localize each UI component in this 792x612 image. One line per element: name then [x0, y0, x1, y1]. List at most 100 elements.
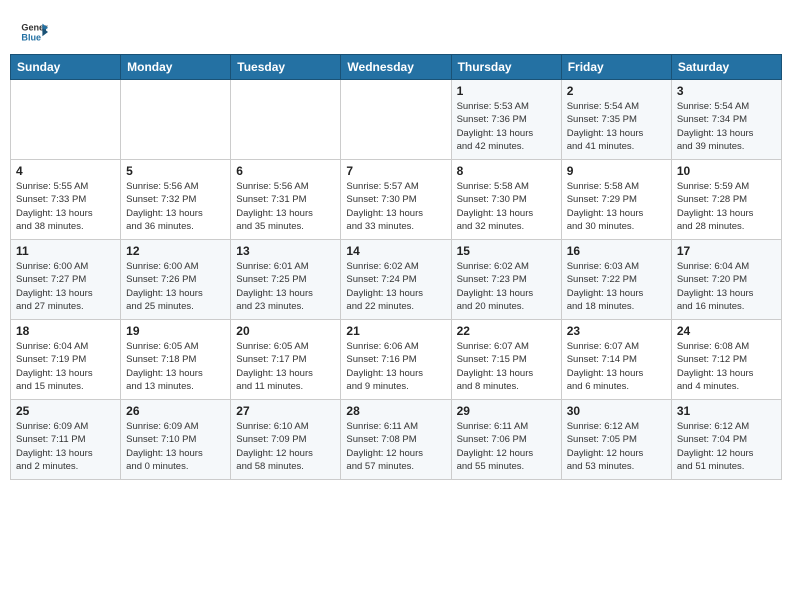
day-info: Sunrise: 6:04 AM Sunset: 7:20 PM Dayligh… — [677, 260, 776, 313]
calendar-table: SundayMondayTuesdayWednesdayThursdayFrid… — [10, 54, 782, 480]
day-cell: 15Sunrise: 6:02 AM Sunset: 7:23 PM Dayli… — [451, 240, 561, 320]
col-header-friday: Friday — [561, 55, 671, 80]
day-info: Sunrise: 5:54 AM Sunset: 7:35 PM Dayligh… — [567, 100, 666, 153]
day-number: 21 — [346, 324, 445, 338]
day-cell: 21 Sunrise: 6:06 AM Sunset: 7:16 PM Dayli… — [341, 320, 451, 400]
day-cell: 5 Sunrise: 5:56 AM Sunset: 7:32 PM Daylig… — [121, 160, 231, 240]
day-info: Sunrise: 5:57 AM Sunset: 7:30 PM Dayligh… — [346, 180, 445, 233]
day-cell: 1 Sunrise: 5:53 AM Sunset: 7:36 PM Daylig… — [451, 80, 561, 160]
day-number: 18 — [16, 324, 115, 338]
day-number: 20 — [236, 324, 335, 338]
day-number: 23 — [567, 324, 666, 338]
col-header-thursday: Thursday — [451, 55, 561, 80]
day-info: Sunrise: 6:05 AM Sunset: 7:17 PM Dayligh… — [236, 340, 335, 393]
col-header-monday: Monday — [121, 55, 231, 80]
day-number: 28 — [346, 404, 445, 418]
day-info: Sunrise: 6:09 AM Sunset: 7:10 PM Dayligh… — [126, 420, 225, 473]
day-info: Sunrise: 5:54 AM Sunset: 7:34 PM Dayligh… — [677, 100, 776, 153]
calendar-wrapper: SundayMondayTuesdayWednesdayThursdayFrid… — [0, 54, 792, 490]
day-info: Sunrise: 6:01 AM Sunset: 7:25 PM Dayligh… — [236, 260, 335, 313]
day-cell: 24Sunrise: 6:08 AM Sunset: 7:12 PM Dayli… — [671, 320, 781, 400]
day-number: 8 — [457, 164, 556, 178]
day-number: 1 — [457, 84, 556, 98]
day-number: 3 — [677, 84, 776, 98]
day-info: Sunrise: 6:12 AM Sunset: 7:05 PM Dayligh… — [567, 420, 666, 473]
day-cell: 28 Sunrise: 6:11 AM Sunset: 7:08 PM Dayli… — [341, 400, 451, 480]
day-number: 12 — [126, 244, 225, 258]
day-cell: 20 Sunrise: 6:05 AM Sunset: 7:17 PM Dayli… — [231, 320, 341, 400]
day-cell: 16 Sunrise: 6:03 AM Sunset: 7:22 PM Dayli… — [561, 240, 671, 320]
day-info: Sunrise: 6:11 AM Sunset: 7:08 PM Dayligh… — [346, 420, 445, 473]
day-cell: 17 Sunrise: 6:04 AM Sunset: 7:20 PM Dayli… — [671, 240, 781, 320]
day-info: Sunrise: 6:03 AM Sunset: 7:22 PM Dayligh… — [567, 260, 666, 313]
calendar-header: SundayMondayTuesdayWednesdayThursdayFrid… — [11, 55, 782, 80]
day-cell: 19 Sunrise: 6:05 AM Sunset: 7:18 PM Dayli… — [121, 320, 231, 400]
day-cell: 31 Sunrise: 6:12 AM Sunset: 7:04 PM Dayli… — [671, 400, 781, 480]
week-row-1: 1 Sunrise: 5:53 AM Sunset: 7:36 PM Daylig… — [11, 80, 782, 160]
logo: General Blue — [20, 18, 52, 46]
day-number: 29 — [457, 404, 556, 418]
day-cell — [121, 80, 231, 160]
day-cell: 7 Sunrise: 5:57 AM Sunset: 7:30 PM Daylig… — [341, 160, 451, 240]
page-header: General Blue — [0, 0, 792, 54]
day-number: 14 — [346, 244, 445, 258]
day-info: Sunrise: 6:05 AM Sunset: 7:18 PM Dayligh… — [126, 340, 225, 393]
day-info: Sunrise: 6:00 AM Sunset: 7:27 PM Dayligh… — [16, 260, 115, 313]
day-number: 31 — [677, 404, 776, 418]
day-info: Sunrise: 6:11 AM Sunset: 7:06 PM Dayligh… — [457, 420, 556, 473]
week-row-2: 4 Sunrise: 5:55 AM Sunset: 7:33 PM Daylig… — [11, 160, 782, 240]
day-cell: 14 Sunrise: 6:02 AM Sunset: 7:24 PM Dayli… — [341, 240, 451, 320]
logo-icon: General Blue — [20, 18, 48, 46]
day-number: 13 — [236, 244, 335, 258]
day-info: Sunrise: 5:58 AM Sunset: 7:29 PM Dayligh… — [567, 180, 666, 233]
day-number: 27 — [236, 404, 335, 418]
day-cell: 12Sunrise: 6:00 AM Sunset: 7:26 PM Dayli… — [121, 240, 231, 320]
day-info: Sunrise: 5:56 AM Sunset: 7:31 PM Dayligh… — [236, 180, 335, 233]
col-header-wednesday: Wednesday — [341, 55, 451, 80]
day-cell: 3 Sunrise: 5:54 AM Sunset: 7:34 PM Daylig… — [671, 80, 781, 160]
day-cell — [11, 80, 121, 160]
day-cell: 4 Sunrise: 5:55 AM Sunset: 7:33 PM Daylig… — [11, 160, 121, 240]
day-cell: 10Sunrise: 5:59 AM Sunset: 7:28 PM Dayli… — [671, 160, 781, 240]
day-number: 4 — [16, 164, 115, 178]
day-cell: 8 Sunrise: 5:58 AM Sunset: 7:30 PM Daylig… — [451, 160, 561, 240]
day-info: Sunrise: 5:56 AM Sunset: 7:32 PM Dayligh… — [126, 180, 225, 233]
svg-text:Blue: Blue — [21, 32, 41, 42]
day-info: Sunrise: 5:58 AM Sunset: 7:30 PM Dayligh… — [457, 180, 556, 233]
day-cell: 11 Sunrise: 6:00 AM Sunset: 7:27 PM Dayli… — [11, 240, 121, 320]
day-number: 26 — [126, 404, 225, 418]
day-info: Sunrise: 6:07 AM Sunset: 7:14 PM Dayligh… — [567, 340, 666, 393]
day-number: 7 — [346, 164, 445, 178]
day-number: 5 — [126, 164, 225, 178]
day-number: 17 — [677, 244, 776, 258]
col-header-sunday: Sunday — [11, 55, 121, 80]
day-info: Sunrise: 5:53 AM Sunset: 7:36 PM Dayligh… — [457, 100, 556, 153]
day-cell: 25Sunrise: 6:09 AM Sunset: 7:11 PM Dayli… — [11, 400, 121, 480]
day-number: 25 — [16, 404, 115, 418]
day-cell: 18 Sunrise: 6:04 AM Sunset: 7:19 PM Dayli… — [11, 320, 121, 400]
day-cell: 30Sunrise: 6:12 AM Sunset: 7:05 PM Dayli… — [561, 400, 671, 480]
day-info: Sunrise: 6:07 AM Sunset: 7:15 PM Dayligh… — [457, 340, 556, 393]
week-row-4: 18 Sunrise: 6:04 AM Sunset: 7:19 PM Dayli… — [11, 320, 782, 400]
col-header-tuesday: Tuesday — [231, 55, 341, 80]
day-cell — [231, 80, 341, 160]
day-number: 10 — [677, 164, 776, 178]
day-cell: 23 Sunrise: 6:07 AM Sunset: 7:14 PM Dayli… — [561, 320, 671, 400]
day-cell — [341, 80, 451, 160]
day-info: Sunrise: 5:55 AM Sunset: 7:33 PM Dayligh… — [16, 180, 115, 233]
day-info: Sunrise: 6:02 AM Sunset: 7:24 PM Dayligh… — [346, 260, 445, 313]
day-number: 6 — [236, 164, 335, 178]
day-info: Sunrise: 6:02 AM Sunset: 7:23 PM Dayligh… — [457, 260, 556, 313]
day-cell: 6 Sunrise: 5:56 AM Sunset: 7:31 PM Daylig… — [231, 160, 341, 240]
day-number: 11 — [16, 244, 115, 258]
day-info: Sunrise: 6:12 AM Sunset: 7:04 PM Dayligh… — [677, 420, 776, 473]
day-info: Sunrise: 6:08 AM Sunset: 7:12 PM Dayligh… — [677, 340, 776, 393]
day-cell: 26 Sunrise: 6:09 AM Sunset: 7:10 PM Dayli… — [121, 400, 231, 480]
day-cell: 2Sunrise: 5:54 AM Sunset: 7:35 PM Daylig… — [561, 80, 671, 160]
day-number: 19 — [126, 324, 225, 338]
day-info: Sunrise: 6:06 AM Sunset: 7:16 PM Dayligh… — [346, 340, 445, 393]
day-number: 16 — [567, 244, 666, 258]
day-info: Sunrise: 6:04 AM Sunset: 7:19 PM Dayligh… — [16, 340, 115, 393]
day-info: Sunrise: 6:10 AM Sunset: 7:09 PM Dayligh… — [236, 420, 335, 473]
day-cell: 9Sunrise: 5:58 AM Sunset: 7:29 PM Daylig… — [561, 160, 671, 240]
